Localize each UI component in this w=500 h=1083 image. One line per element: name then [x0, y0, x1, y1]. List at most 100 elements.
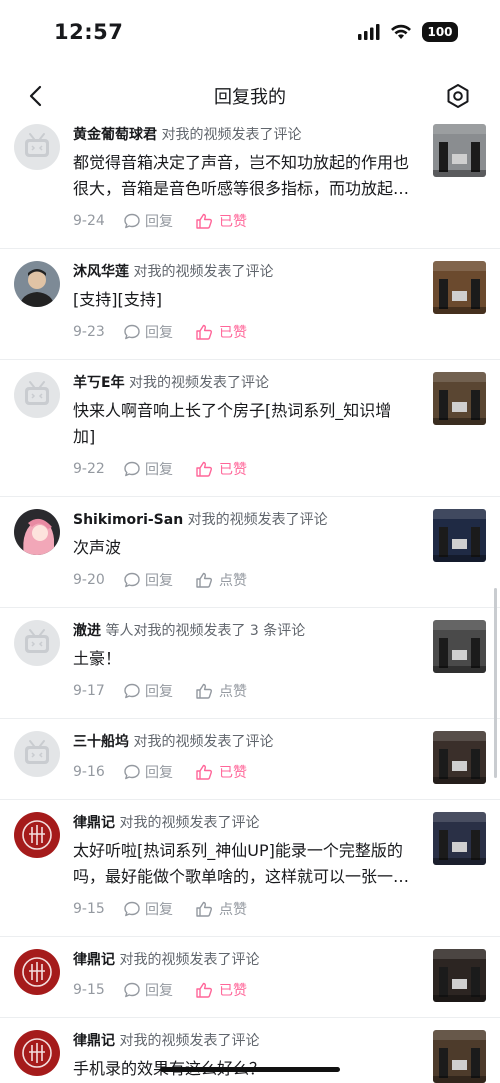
action-text: 等人对我的视频发表了 3 条评论: [105, 623, 306, 639]
reply-item[interactable]: 律鼎记 对我的视频发表了评论太好听啦[热词系列_神仙UP]能录一个完整版的吗，最…: [0, 800, 500, 937]
comment-text[interactable]: 都觉得音箱决定了声音，岂不知功放起的作用也很大，音箱是音色听感等很多指标，而功放…: [73, 150, 413, 202]
video-thumbnail[interactable]: [433, 812, 486, 865]
reply-button[interactable]: 回复: [123, 980, 195, 1000]
comment-text[interactable]: [支持][支持]: [73, 287, 413, 313]
video-thumbnail[interactable]: [433, 731, 486, 784]
user-name[interactable]: 黄金葡萄球君: [73, 127, 157, 143]
like-button[interactable]: 点赞: [195, 570, 247, 590]
thumbs-up-icon: [196, 461, 213, 477]
action-text: 对我的视频发表了评论: [119, 815, 260, 831]
reply-item[interactable]: 律鼎记 对我的视频发表了评论手机录的效果有这么好么？9-15回复已赞: [0, 1018, 500, 1083]
comment-bubble-icon: [124, 764, 140, 780]
like-button[interactable]: 已赞: [195, 459, 247, 479]
like-button[interactable]: 点赞: [195, 899, 247, 919]
comment-text[interactable]: 土豪！: [73, 646, 413, 672]
comment-text[interactable]: 快来人啊音响上长了个房子[热词系列_知识增加]: [73, 398, 413, 450]
scrollbar[interactable]: [494, 588, 497, 778]
thumbs-up-icon: [196, 982, 213, 998]
home-indicator[interactable]: [160, 1067, 340, 1072]
reply-button[interactable]: 回复: [123, 570, 195, 590]
like-label: 已赞: [219, 765, 247, 781]
back-button[interactable]: [22, 82, 50, 110]
thumbs-up-icon: [196, 901, 213, 917]
reply-content: 澈进 等人对我的视频发表了 3 条评论土豪！ 9-17 回复 点赞: [73, 620, 413, 702]
reply-item[interactable]: 黄金葡萄球君 对我的视频发表了评论 都觉得音箱决定了声音，岂不知功放起的作用也很大…: [0, 124, 500, 249]
reply-button[interactable]: 回复: [123, 681, 195, 701]
avatar[interactable]: [14, 1030, 60, 1076]
like-button[interactable]: 已赞: [195, 211, 247, 231]
user-name[interactable]: 三十船坞: [73, 734, 129, 750]
name-line: 三十船坞 对我的视频发表了评论: [73, 731, 413, 753]
chevron-left-icon: [29, 85, 42, 107]
thumbs-up-icon: [196, 572, 213, 588]
reply-meta: 9-17 回复 点赞: [73, 680, 413, 702]
reply-button[interactable]: 回复: [123, 459, 195, 479]
video-thumbnail[interactable]: [433, 949, 486, 1002]
reply-meta: 9-22 回复 已赞: [73, 458, 413, 480]
action-text: 对我的视频发表了评论: [133, 734, 274, 750]
like-button[interactable]: 已赞: [195, 322, 247, 342]
user-name[interactable]: 羊丂E年: [73, 375, 125, 391]
reply-label: 回复: [145, 573, 173, 589]
avatar[interactable]: [14, 949, 60, 995]
reply-button[interactable]: 回复: [123, 211, 195, 231]
name-line: Shikimori-San 对我的视频发表了评论: [73, 509, 413, 531]
user-name[interactable]: 澈进: [73, 623, 101, 639]
comment-text[interactable]: 次声波: [73, 535, 413, 561]
like-button[interactable]: 已赞: [195, 762, 247, 782]
reply-item[interactable]: 律鼎记 对我的视频发表了评论 9-15 回复 已赞: [0, 937, 500, 1018]
reply-item[interactable]: 羊丂E年 对我的视频发表了评论 快来人啊音响上长了个房子[热词系列_知识增加] 9-…: [0, 360, 500, 497]
avatar[interactable]: [14, 812, 60, 858]
avatar[interactable]: [14, 372, 60, 418]
video-thumbnail[interactable]: [433, 620, 486, 673]
like-button[interactable]: 点赞: [195, 681, 247, 701]
reply-label: 回复: [145, 983, 173, 999]
cellular-signal-icon: [358, 24, 380, 40]
user-name[interactable]: 沐风华莲: [73, 264, 129, 280]
video-thumbnail[interactable]: [433, 261, 486, 314]
like-button[interactable]: 已赞: [195, 980, 247, 1000]
reply-item[interactable]: 三十船坞 对我的视频发表了评论 9-16 回复 已赞: [0, 719, 500, 800]
video-thumbnail[interactable]: [433, 509, 486, 562]
avatar[interactable]: [14, 124, 60, 170]
avatar[interactable]: [14, 509, 60, 555]
reply-content: 律鼎记 对我的视频发表了评论手机录的效果有这么好么？9-15回复已赞: [73, 1030, 413, 1083]
user-name[interactable]: 律鼎记: [73, 952, 115, 968]
avatar[interactable]: [14, 261, 60, 307]
avatar[interactable]: [14, 620, 60, 666]
video-thumbnail[interactable]: [433, 1030, 486, 1083]
reply-meta: 9-20 回复 点赞: [73, 569, 413, 591]
reply-label: 回复: [145, 765, 173, 781]
settings-button[interactable]: [444, 82, 472, 110]
reply-button[interactable]: 回复: [123, 322, 195, 342]
comment-bubble-icon: [124, 324, 140, 340]
reply-label: 回复: [145, 462, 173, 478]
like-label: 点赞: [219, 573, 247, 589]
reply-list[interactable]: 黄金葡萄球君 对我的视频发表了评论 都觉得音箱决定了声音，岂不知功放起的作用也很大…: [0, 124, 500, 1083]
reply-date: 9-17: [73, 683, 105, 699]
reply-button[interactable]: 回复: [123, 899, 195, 919]
avatar[interactable]: [14, 731, 60, 777]
name-line: 沐风华莲 对我的视频发表了评论: [73, 261, 413, 283]
reply-date: 9-23: [73, 324, 105, 340]
reply-label: 回复: [145, 684, 173, 700]
name-line: 律鼎记 对我的视频发表了评论: [73, 1030, 413, 1052]
reply-content: 律鼎记 对我的视频发表了评论 9-15 回复 已赞: [73, 949, 413, 1001]
name-line: 羊丂E年 对我的视频发表了评论: [73, 372, 413, 394]
user-name[interactable]: Shikimori-San: [73, 512, 183, 528]
user-name[interactable]: 律鼎记: [73, 815, 115, 831]
reply-item[interactable]: 澈进 等人对我的视频发表了 3 条评论土豪！ 9-17 回复 点赞: [0, 608, 500, 719]
reply-date: 9-16: [73, 764, 105, 780]
like-label: 点赞: [219, 684, 247, 700]
reply-item[interactable]: 沐风华莲 对我的视频发表了评论 [支持][支持] 9-23 回复 已赞: [0, 249, 500, 360]
reply-date: 9-15: [73, 901, 105, 917]
reply-item[interactable]: Shikimori-San 对我的视频发表了评论 次声波 9-20 回复 点赞: [0, 497, 500, 608]
user-name[interactable]: 律鼎记: [73, 1033, 115, 1049]
like-label: 已赞: [219, 462, 247, 478]
action-text: 对我的视频发表了评论: [119, 1033, 260, 1049]
video-thumbnail[interactable]: [433, 124, 486, 177]
reply-button[interactable]: 回复: [123, 762, 195, 782]
video-thumbnail[interactable]: [433, 372, 486, 425]
action-text: 对我的视频发表了评论: [187, 512, 328, 528]
comment-text[interactable]: 太好听啦[热词系列_神仙UP]能录一个完整版的吗，最好能做个歌单啥的，这样就可以…: [73, 838, 413, 890]
